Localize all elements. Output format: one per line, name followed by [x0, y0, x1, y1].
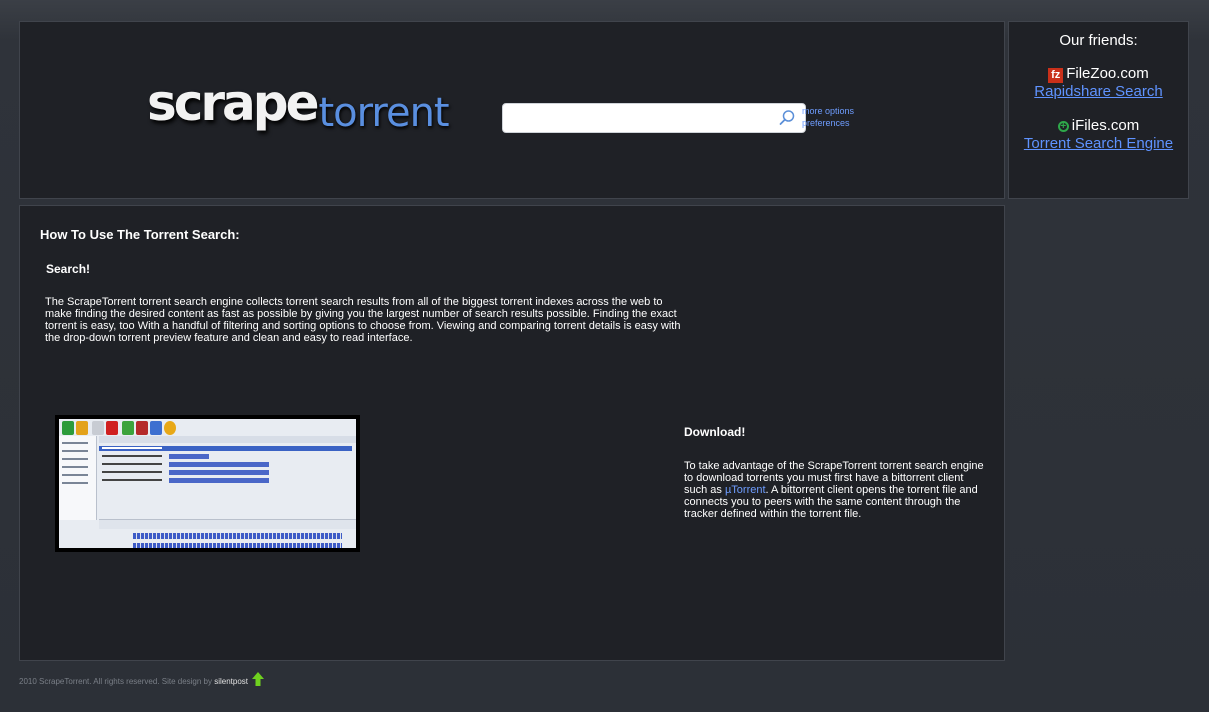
filezoo-icon: fz — [1048, 68, 1064, 83]
header-panel: scrapetorrent more options preferences — [19, 21, 1005, 199]
screenshot-row — [99, 478, 352, 483]
howto-heading: How To Use The Torrent Search: — [40, 227, 240, 242]
screenshot-row — [99, 470, 352, 475]
search-input[interactable] — [503, 104, 763, 132]
search-heading: Search! — [46, 262, 91, 276]
search-icon[interactable] — [778, 109, 796, 127]
toolbar-magic-icon — [92, 421, 104, 435]
download-heading: Download! — [684, 425, 746, 439]
ifiles-plus-icon: + — [1057, 121, 1069, 132]
friend-ifiles: + iFiles.com Torrent Search Engine — [1009, 117, 1188, 153]
friends-panel: Our friends: fz FileZoo.com Rapidshare Se… — [1008, 21, 1189, 199]
screenshot-list-header — [99, 436, 356, 443]
preferences-link[interactable]: preferences — [802, 117, 854, 129]
torrent-search-engine-link[interactable]: Torrent Search Engine — [1009, 135, 1188, 153]
toolbar-rss-icon — [76, 421, 88, 435]
search-box — [502, 103, 806, 133]
toolbar-up-icon — [150, 421, 162, 435]
silentpost-link[interactable]: silentpost — [214, 677, 248, 686]
footer-copyright: 2010 ScrapeTorrent. All rights reserved.… — [19, 677, 215, 686]
toolbar-stop-icon — [136, 421, 148, 435]
footer: 2010 ScrapeTorrent. All rights reserved.… — [19, 672, 265, 688]
friend-name: FileZoo.com — [1066, 65, 1149, 82]
friend-name: iFiles.com — [1071, 117, 1140, 134]
site-logo[interactable]: scrapetorrent — [147, 74, 450, 136]
utorrent-link[interactable]: µTorrent — [725, 484, 766, 496]
search-description: The ScrapeTorrent torrent search engine … — [45, 296, 681, 344]
screenshot-pieces-bar — [133, 533, 342, 539]
screenshot-row — [99, 454, 352, 459]
logo-word-torrent: torrent — [318, 90, 450, 136]
toolbar-play-icon — [122, 421, 134, 435]
screenshot-pieces-bar — [133, 543, 342, 548]
screenshot-row — [99, 462, 352, 467]
screenshot-tabs — [99, 519, 356, 529]
friends-title: Our friends: — [1059, 32, 1138, 49]
toolbar-settings-icon — [164, 421, 176, 435]
more-options-link[interactable]: more options — [802, 105, 854, 117]
rapidshare-search-link[interactable]: Rapidshare Search — [1009, 83, 1188, 101]
main-content-panel: How To Use The Torrent Search: Search! T… — [19, 205, 1005, 661]
search-options-links: more options preferences — [802, 105, 854, 129]
screenshot-row — [99, 446, 352, 451]
screenshot-sidebar — [59, 436, 97, 520]
utorrent-screenshot-image — [55, 415, 360, 552]
toolbar-remove-icon — [106, 421, 118, 435]
download-description: To take advantage of the ScrapeTorrent t… — [684, 460, 984, 520]
back-to-top-arrow-icon[interactable] — [252, 672, 265, 688]
logo-word-scrape: scrape — [147, 74, 319, 132]
toolbar-add-icon — [62, 421, 74, 435]
friend-filezoo: fz FileZoo.com Rapidshare Search — [1009, 65, 1188, 101]
